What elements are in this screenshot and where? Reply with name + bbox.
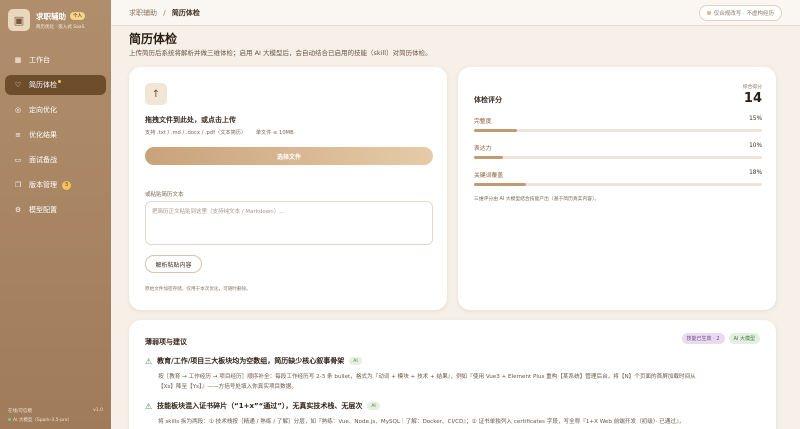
- topbar: 求职辅助 / 简历体检 仅合规改写 · 不虚构经历: [111, 0, 800, 26]
- grid-icon: ▦: [14, 56, 22, 64]
- footer-left-text: 在线/可信模: [8, 409, 33, 414]
- weakness-tags: 技能已生效 · 2 AI 大模型: [678, 333, 760, 344]
- compliance-pill: 仅合规改写 · 不虚构经历: [698, 4, 782, 21]
- sidebar-item-5[interactable]: ❐ 版本管理 3: [5, 175, 106, 195]
- skills-active-tag: 技能已生效 · 2: [681, 333, 725, 344]
- progress-track: [474, 156, 762, 159]
- page-description: 上传简历后系统将解析并做三维体检；启用 AI 大模型后，会自动结合已启用的技能（…: [129, 49, 432, 57]
- breadcrumb-separator: /: [163, 8, 166, 17]
- gear-icon: ⚙: [14, 206, 22, 214]
- metric-expression: 表达力 10%: [474, 143, 762, 159]
- progress-fill: [474, 183, 526, 186]
- metric-name: 完整度: [474, 119, 492, 125]
- sidebar-item-label: 模型配置: [29, 206, 57, 214]
- sidebar-item-0[interactable]: ▦ 工作台: [5, 50, 106, 70]
- metric-keywords: 关键词覆盖 18%: [474, 170, 762, 186]
- ai-chip: AI: [367, 402, 380, 410]
- active-dot-icon: [58, 80, 61, 83]
- ai-model-tag: AI 大模型: [728, 333, 760, 344]
- sidebar-item-label: 定向优化: [29, 106, 57, 114]
- overall-score-value: 14: [743, 91, 762, 106]
- sidebar-item-label: 优化结果: [29, 131, 57, 139]
- briefcase-icon: ▣: [8, 9, 30, 31]
- pill-dot-icon: [706, 10, 711, 15]
- target-icon: ◎: [14, 106, 22, 114]
- brand-title: 求职辅助: [36, 11, 66, 21]
- upload-dropzone-title[interactable]: 拖拽文件到此处，或点击上传: [145, 115, 236, 125]
- main-content: 求职辅助 / 简历体检 仅合规改写 · 不虚构经历 简历体检 上传简历后系统将解…: [111, 0, 800, 429]
- sidebar-item-1[interactable]: ♡ 简历体检: [5, 75, 106, 95]
- plan-badge: 个人: [70, 12, 85, 20]
- status-dot-icon: [8, 418, 11, 421]
- sidebar-footer: 在线/可信模 v1.0 AI 大模型（Spark-3.5-pro）: [8, 408, 103, 423]
- issue-body: 将 skills 拆为两段：① 技术栈按［精通 / 熟练 / 了解］分层，如『熟…: [158, 417, 760, 427]
- metric-percent: 10%: [749, 143, 762, 149]
- paste-textarea[interactable]: [145, 201, 433, 245]
- model-status: AI 大模型（Spark-3.5-pro）: [13, 418, 73, 423]
- issue-item: ⚠ 教育/工作/项目三大板块均为空数组，简历缺少核心叙事骨架 AI 按［教育 →…: [145, 356, 760, 392]
- paste-label: 或粘贴简历文本: [145, 192, 184, 198]
- metric-name: 关键词覆盖: [474, 173, 503, 179]
- parse-paste-button[interactable]: 解析粘贴内容: [145, 255, 202, 273]
- layers-icon: ❐: [14, 181, 22, 189]
- progress-track: [474, 129, 762, 132]
- issue-body-line: 【Xs】降至【Ys】』——方括号处填入你真实项目数据。: [158, 384, 297, 390]
- progress-track: [474, 183, 762, 186]
- score-note: 三维评分由 AI 大模型结合技能产出（基于简历真实内容）。: [474, 197, 600, 202]
- compliance-pill-text: 仅合规改写 · 不虚构经历: [713, 10, 774, 17]
- score-card: 体检评分 综合得分 14 完整度 15% 表达力 10% 关键词覆盖 18% 三…: [458, 67, 776, 310]
- metric-percent: 15%: [749, 116, 762, 122]
- progress-fill: [474, 129, 518, 132]
- issue-item: ⚠ 技能板块混入证书碎片（“1+x”“通过”），无真实技术栈、无层次 AI 将 …: [145, 401, 760, 427]
- upload-hint-types: 支持 .txt / .md / .docx / .pdf（文本简历）: [145, 130, 247, 136]
- issue-body-line: 将 skills 拆为两段：① 技术栈按［精通 / 熟练 / 了解］分层，如『熟…: [158, 419, 685, 425]
- sidebar-item-label: 简历体检: [29, 81, 57, 89]
- overall-score-label: 综合得分: [742, 85, 762, 90]
- chat-icon: ▭: [14, 156, 22, 164]
- issue-title: 技能板块混入证书碎片（“1+x”“通过”），无真实技术栈、无层次: [157, 402, 363, 410]
- brand: ▣ 求职辅助 个人 简历优化 · 嵌入式 SaaS: [0, 0, 111, 40]
- metric-name: 表达力: [474, 146, 492, 152]
- sidebar-item-label: 工作台: [29, 56, 50, 64]
- sidebar-item-6[interactable]: ⚙ 模型配置: [5, 200, 106, 220]
- sidebar-item-2[interactable]: ◎ 定向优化: [5, 100, 106, 120]
- issue-title: 教育/工作/项目三大板块均为空数组，简历缺少核心叙事骨架: [157, 357, 345, 365]
- upload-card: ↑ 拖拽文件到此处，或点击上传 支持 .txt / .md / .docx / …: [129, 67, 447, 310]
- upload-hint-size: 单文件 ≤ 10MB: [255, 130, 294, 136]
- sidebar-item-4[interactable]: ▭ 面试备战: [5, 150, 106, 170]
- warning-icon: ⚠: [145, 401, 153, 411]
- version-text: v1.0: [93, 408, 103, 413]
- stethoscope-icon: ♡: [14, 81, 22, 89]
- choose-file-button[interactable]: 选择文件: [145, 147, 433, 165]
- issue-body: 按［教育 → 工作经历 → 项目经历］顺序补全：每段工作经历写 2-3 条 bu…: [158, 372, 760, 392]
- sidebar-item-3[interactable]: ≡ 优化结果: [5, 125, 106, 145]
- sidebar-item-label: 面试备战: [29, 156, 57, 164]
- brand-subtitle: 简历优化 · 嵌入式 SaaS: [36, 24, 85, 30]
- progress-fill: [474, 156, 503, 159]
- list-icon: ≡: [15, 131, 21, 139]
- page-title: 简历体检: [129, 32, 178, 46]
- breadcrumb-current: 简历体检: [171, 8, 200, 17]
- warning-icon: ⚠: [145, 356, 153, 366]
- upload-hint: 支持 .txt / .md / .docx / .pdf（文本简历） 单文件 ≤…: [145, 129, 294, 136]
- metric-percent: 18%: [749, 170, 762, 176]
- score-title: 体检评分: [474, 96, 502, 104]
- sidebar: ▣ 求职辅助 个人 简历优化 · 嵌入式 SaaS ▦ 工作台 ♡ 简历体检 ◎ 定向优化…: [0, 0, 111, 429]
- issue-body-line: 按［教育 → 工作经历 → 项目经历］顺序补全：每段工作经历写 2-3 条 bu…: [158, 374, 696, 380]
- upload-icon[interactable]: ↑: [145, 83, 167, 105]
- count-badge: 3: [62, 180, 71, 190]
- ai-chip: AI: [349, 357, 362, 365]
- weakness-card: 薄弱项与建议 技能已生效 · 2 AI 大模型 ⚠ 教育/工作/项目三大板块均为…: [129, 320, 776, 429]
- sidebar-item-label: 版本管理: [29, 181, 57, 189]
- sidebar-nav: ▦ 工作台 ♡ 简历体检 ◎ 定向优化 ≡ 优化结果 ▭ 面试备战 ❐ 版本管理 3 ⚙ 模型配置: [0, 50, 111, 220]
- metric-completeness: 完整度 15%: [474, 116, 762, 132]
- breadcrumb: 求职辅助 / 简历体检: [129, 8, 200, 18]
- breadcrumb-root[interactable]: 求职辅助: [129, 9, 157, 17]
- privacy-note: 原始文件加密存储，仅用于本次优化，可随时删除。: [145, 287, 251, 292]
- weakness-title: 薄弱项与建议: [145, 338, 187, 346]
